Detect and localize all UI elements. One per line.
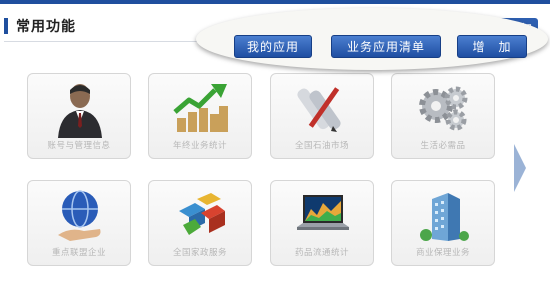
tile-daily-necessities[interactable]: 生活必需品 bbox=[391, 73, 495, 159]
blueprint-pencil-icon bbox=[297, 87, 341, 132]
tile-label: 生活必需品 bbox=[420, 141, 466, 151]
tile-commercial-factoring[interactable]: 商业保理业务 bbox=[391, 180, 495, 266]
next-page-arrow[interactable] bbox=[514, 144, 526, 192]
tile-drug-stats[interactable]: 药品流通统计 bbox=[270, 180, 374, 266]
business-app-list-button[interactable]: 业务应用清单 bbox=[331, 35, 441, 58]
tile-key-enterprises[interactable]: 重点联盟企业 bbox=[27, 180, 131, 266]
tile-housekeeping[interactable]: 全国家政服务 bbox=[148, 180, 252, 266]
tile-annual-stats[interactable]: 年终业务统计 bbox=[148, 73, 252, 159]
top-border bbox=[0, 0, 550, 4]
tile-account-management[interactable]: 账号与管理信息 bbox=[27, 73, 131, 159]
gears-icon bbox=[419, 86, 468, 131]
office-building-icon bbox=[420, 193, 469, 241]
add-button[interactable]: 增 加 bbox=[457, 35, 527, 58]
tile-label: 重点联盟企业 bbox=[51, 248, 106, 258]
tile-label: 药品流通统计 bbox=[294, 248, 349, 258]
section-marker bbox=[4, 18, 8, 34]
tile-label: 全国石油市场 bbox=[294, 141, 349, 151]
tile-label: 年终业务统计 bbox=[172, 141, 227, 151]
laptop-chart-icon bbox=[297, 195, 349, 230]
my-apps-button[interactable]: 我的应用 bbox=[234, 35, 312, 58]
tile-label: 商业保理业务 bbox=[415, 248, 470, 258]
puzzle-blocks-icon bbox=[179, 193, 225, 235]
tile-label: 账号与管理信息 bbox=[47, 141, 111, 151]
app-menu-popup: 我的应用 业务应用清单 增 加 bbox=[196, 8, 548, 70]
tile-label: 全国家政服务 bbox=[172, 248, 227, 258]
globe-hand-icon bbox=[58, 190, 101, 241]
section-header: 常用功能 bbox=[4, 14, 76, 38]
tile-oil-market[interactable]: 全国石油市场 bbox=[270, 73, 374, 159]
section-title: 常用功能 bbox=[16, 19, 76, 35]
growth-chart-coins-icon bbox=[173, 84, 228, 132]
businessman-icon bbox=[58, 84, 102, 138]
